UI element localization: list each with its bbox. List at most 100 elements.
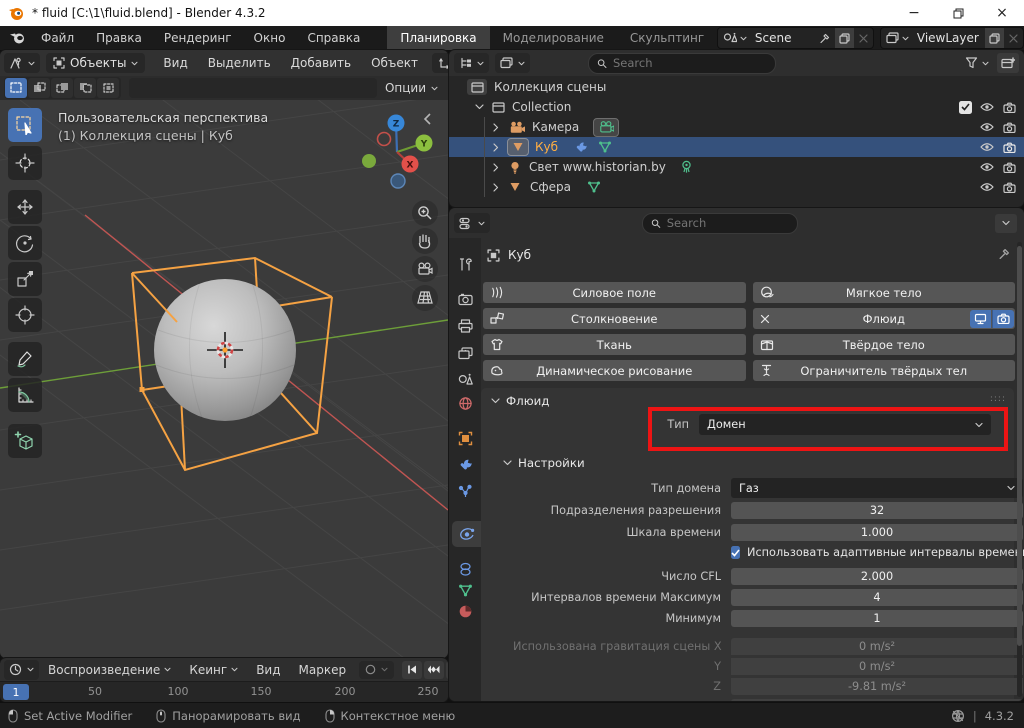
hide-eye-icon[interactable] — [980, 162, 994, 172]
gizmo-negative-z[interactable] — [391, 174, 405, 188]
tab-particles[interactable] — [449, 478, 481, 504]
toggle-projection-button[interactable] — [412, 285, 438, 311]
panel-collapse-icon[interactable] — [491, 398, 500, 404]
close-button[interactable]: × — [980, 0, 1024, 26]
viewport-menu-object[interactable]: Объект — [361, 50, 428, 76]
expand-icon[interactable] — [493, 163, 499, 172]
panel-grip-icon[interactable]: :::: — [990, 394, 1006, 404]
workspace-tab-modeling[interactable]: Моделирование — [490, 26, 617, 50]
new-scene-button[interactable] — [835, 28, 854, 48]
jump-to-start-button[interactable] — [402, 661, 422, 679]
tool-cursor[interactable] — [8, 146, 42, 180]
new-viewlayer-button[interactable] — [985, 28, 1004, 48]
tab-physics-active[interactable] — [452, 521, 481, 547]
fluid-panel-header[interactable]: Флюид — [491, 394, 549, 408]
gizmo-negative-y[interactable] — [362, 154, 376, 168]
cloth-button[interactable]: Ткань — [483, 334, 746, 355]
menu-render[interactable]: Рендеринг — [153, 26, 243, 50]
fluid-show-viewport-toggle[interactable] — [970, 310, 991, 328]
hide-eye-icon[interactable] — [980, 182, 994, 192]
viewlayer-icon[interactable] — [881, 28, 914, 48]
menu-file[interactable]: Файл — [30, 26, 85, 50]
expand-icon[interactable] — [493, 183, 499, 192]
select-extend-tool-icon[interactable] — [28, 78, 50, 98]
domain-type-dropdown[interactable]: Газ — [731, 478, 1023, 498]
workspace-tab-sculpting[interactable]: Скульптинг — [617, 26, 715, 50]
expand-icon[interactable] — [493, 143, 499, 152]
outliner-row-scene-collection[interactable]: Коллекция сцены — [449, 77, 1024, 97]
rigid-body-constraint-button[interactable]: Ограничитель твёрдых тел — [753, 360, 1016, 381]
select-subtract-tool-icon[interactable] — [51, 78, 73, 98]
collection-checkbox[interactable] — [959, 101, 972, 114]
properties-scrollbar[interactable] — [1017, 242, 1022, 697]
auto-keying-button[interactable] — [359, 661, 394, 679]
playback-menu[interactable]: Воспроизведение — [39, 659, 180, 681]
navigation-gizmo[interactable]: Z Y X — [362, 115, 433, 189]
menu-edit[interactable]: Правка — [85, 26, 153, 50]
maximize-button[interactable] — [936, 0, 980, 26]
tab-material[interactable] — [449, 598, 481, 624]
scene-icon[interactable] — [718, 28, 752, 48]
current-frame-badge[interactable]: 1 — [3, 684, 29, 700]
viewport-menu-view[interactable]: Вид — [153, 50, 197, 76]
tab-object[interactable] — [449, 425, 481, 451]
outliner-row-camera[interactable]: Камера — [449, 117, 1024, 137]
outliner-row-collection[interactable]: Collection — [449, 97, 1024, 117]
outliner-filter-mode-button[interactable] — [495, 53, 530, 73]
outliner-row-cube[interactable]: Куб — [449, 137, 1024, 157]
tool-rotate[interactable] — [8, 226, 42, 260]
adaptive-steps-label[interactable]: Использовать адаптивные интервалы времен… — [747, 546, 1024, 559]
time-scale-field[interactable]: 1.000 — [731, 524, 1023, 541]
timesteps-min-field[interactable]: 1 — [731, 610, 1023, 627]
adaptive-steps-checkbox[interactable] — [731, 546, 740, 559]
camera-data-icon[interactable] — [593, 118, 619, 137]
viewport-menu-add[interactable]: Добавить — [281, 50, 361, 76]
select-difference-tool-icon[interactable] — [74, 78, 96, 98]
viewport-nav-buttons[interactable] — [412, 200, 438, 311]
outliner-display-mode-button[interactable] — [454, 53, 489, 73]
timeline-editor-type-button[interactable] — [4, 660, 39, 680]
options-dropdown[interactable]: Опции — [385, 81, 438, 95]
cfl-field[interactable]: 2.000 — [731, 568, 1023, 585]
disable-render-icon[interactable] — [1003, 182, 1016, 193]
select-intersect-tool-icon[interactable] — [97, 78, 119, 98]
properties-options-button[interactable] — [995, 214, 1017, 233]
tool-select-box[interactable] — [8, 108, 42, 142]
sidebar-toggle-icon[interactable] — [425, 114, 430, 124]
resolution-field[interactable]: 32 — [731, 502, 1023, 519]
outliner-editor[interactable]: Коллекция сцены Collection — [449, 50, 1024, 207]
fluid-show-render-toggle[interactable] — [992, 310, 1014, 328]
outliner-search[interactable] — [588, 53, 776, 74]
disable-render-icon[interactable] — [1003, 102, 1016, 113]
dynamic-paint-button[interactable]: Динамическое рисование — [483, 360, 746, 381]
settings-subpanel-header[interactable]: Настройки — [503, 456, 585, 470]
blender-app-menu-icon[interactable] — [9, 31, 26, 45]
tab-tool[interactable] — [449, 251, 481, 277]
menu-window[interactable]: Окно — [243, 26, 297, 50]
timeline-view-menu[interactable]: Вид — [247, 659, 289, 681]
force-field-button[interactable]: Силовое поле — [483, 282, 746, 303]
expand-icon[interactable] — [493, 123, 499, 132]
rigid-body-button[interactable]: Твёрдое тело — [753, 334, 1016, 355]
tool-transform[interactable] — [8, 298, 42, 332]
viewport-menu-select[interactable]: Выделить — [198, 50, 281, 76]
timeline-marker-menu[interactable]: Маркер — [290, 659, 356, 681]
mode-selector[interactable]: Объекты — [46, 53, 145, 73]
hide-eye-icon[interactable] — [980, 102, 994, 112]
properties-search-input[interactable] — [667, 216, 789, 230]
tab-output[interactable] — [449, 313, 481, 339]
outliner-row-sphere[interactable]: Сфера — [449, 177, 1024, 197]
disable-render-icon[interactable] — [1003, 122, 1016, 133]
light-data-icon[interactable] — [680, 160, 693, 174]
mesh-data-icon[interactable] — [587, 181, 601, 193]
scene-selector[interactable]: Scene — [717, 27, 874, 49]
timeline-editor[interactable]: Воспроизведение Кеинг Вид Маркер — [0, 658, 448, 702]
collapse-icon[interactable] — [475, 104, 484, 110]
tab-world[interactable] — [449, 390, 481, 416]
tool-measure[interactable] — [8, 378, 42, 412]
outliner-row-light[interactable]: Свет www.historian.by — [449, 157, 1024, 177]
scrollbar-thumb[interactable] — [1017, 246, 1022, 646]
timeline-ruler[interactable]: 1 50 100 150 200 250 — [0, 681, 448, 702]
pan-button[interactable] — [412, 228, 438, 254]
tab-scene[interactable] — [449, 366, 481, 392]
